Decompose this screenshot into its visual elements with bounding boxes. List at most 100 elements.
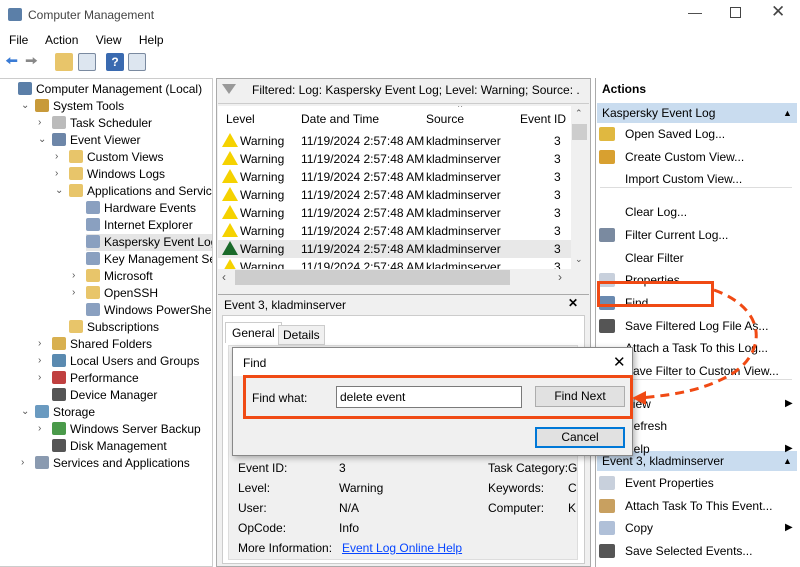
- field-label: Task Category:: [488, 461, 569, 475]
- collapse-chevron-icon[interactable]: ›: [55, 168, 58, 179]
- menu-help[interactable]: Help: [139, 33, 164, 47]
- tree-node-icon: [69, 320, 83, 333]
- collapse-chevron-icon[interactable]: ›: [55, 151, 58, 162]
- collapse-chevron-icon[interactable]: ›: [38, 117, 41, 128]
- collapse-chevron-icon[interactable]: ›: [72, 270, 75, 281]
- up-folder-icon[interactable]: [55, 53, 73, 71]
- action-open-saved-log[interactable]: Open Saved Log...: [625, 124, 725, 144]
- collapse-icon[interactable]: ▲: [783, 103, 792, 123]
- show-hide-tree-icon[interactable]: [78, 53, 96, 71]
- close-button[interactable]: ✕: [771, 2, 785, 22]
- tree-item[interactable]: Storage: [35, 404, 95, 421]
- arrowhead: [632, 391, 646, 405]
- section-title: Kaspersky Event Log: [602, 106, 716, 120]
- collapse-chevron-icon[interactable]: ›: [72, 287, 75, 298]
- scroll-left-icon[interactable]: ‹: [222, 270, 226, 284]
- scroll-thumb[interactable]: [235, 270, 510, 285]
- action-copy[interactable]: Copy: [625, 518, 653, 538]
- scroll-down-icon[interactable]: ⌄: [575, 254, 583, 265]
- forward-icon[interactable]: 🠪: [25, 53, 43, 71]
- collapse-chevron-icon[interactable]: ›: [38, 355, 41, 366]
- expand-chevron-icon[interactable]: ⌄: [55, 185, 63, 196]
- action-event-properties[interactable]: Event Properties: [625, 473, 714, 493]
- tree-item[interactable]: Event Viewer: [52, 132, 140, 149]
- tree-item[interactable]: Performance: [52, 370, 139, 387]
- tree-item[interactable]: Applications and Services Logs: [69, 183, 212, 200]
- close-detail-icon[interactable]: ✕: [568, 296, 578, 310]
- tab-details[interactable]: Details: [278, 325, 325, 345]
- show-action-pane-icon[interactable]: [128, 53, 146, 71]
- tree-item[interactable]: Device Manager: [52, 387, 157, 404]
- tree-item[interactable]: Services and Applications: [35, 455, 190, 472]
- tree-item[interactable]: Windows PowerShell: [86, 302, 212, 319]
- tree-item[interactable]: Computer Management (Local): [18, 81, 202, 98]
- tree-node-icon: [69, 150, 83, 163]
- tree-item[interactable]: Key Management Service: [86, 251, 212, 268]
- menu-action[interactable]: Action: [45, 33, 78, 47]
- tree-item[interactable]: Task Scheduler: [52, 115, 152, 132]
- table-row[interactable]: Warning 11/19/2024 2:57:48 AM kladminserve…: [218, 258, 571, 269]
- table-row[interactable]: Warning 11/19/2024 2:57:48 AM kladminserve…: [218, 168, 571, 186]
- action-save-selected-events[interactable]: Save Selected Events...: [625, 541, 752, 561]
- scroll-right-icon[interactable]: ›: [558, 270, 562, 284]
- table-horizontal-scrollbar[interactable]: ‹ ›: [218, 269, 588, 286]
- back-icon[interactable]: 🠨: [5, 53, 23, 71]
- column-header-date[interactable]: Date and Time: [301, 112, 379, 126]
- collapse-chevron-icon[interactable]: ›: [38, 338, 41, 349]
- collapse-chevron-icon[interactable]: ›: [21, 457, 24, 468]
- tree-item[interactable]: Windows Server Backup: [52, 421, 201, 438]
- actions-section-kaspersky-event-log[interactable]: Kaspersky Event Log ▲: [597, 103, 797, 123]
- table-row[interactable]: Warning 11/19/2024 2:57:48 AM kladminserve…: [218, 150, 571, 168]
- tree-item[interactable]: Custom Views: [69, 149, 163, 166]
- collapse-chevron-icon[interactable]: ›: [38, 372, 41, 383]
- table-row[interactable]: Warning 11/19/2024 2:57:48 AM kladminserve…: [218, 186, 571, 204]
- tree-item[interactable]: Hardware Events: [86, 200, 196, 217]
- minimize-button[interactable]: —: [688, 4, 702, 20]
- collapse-chevron-icon[interactable]: ›: [38, 423, 41, 434]
- tab-general[interactable]: General: [225, 322, 282, 343]
- action-filter-current-log[interactable]: Filter Current Log...: [625, 225, 728, 245]
- tree-item[interactable]: Kaspersky Event Log: [86, 234, 212, 251]
- tree-item-label: Subscriptions: [87, 320, 160, 334]
- event-log-online-help-link[interactable]: Event Log Online Help: [342, 541, 462, 555]
- column-header-event-id[interactable]: Event ID: [520, 112, 566, 126]
- expand-chevron-icon[interactable]: ⌄: [21, 100, 29, 111]
- table-row[interactable]: Warning 11/19/2024 2:57:48 AM kladminserve…: [218, 240, 571, 258]
- scroll-thumb[interactable]: [572, 124, 587, 140]
- expand-chevron-icon[interactable]: ⌄: [38, 134, 46, 145]
- table-vertical-scrollbar[interactable]: ⌃ ⌄: [571, 106, 588, 269]
- tree-item[interactable]: System Tools: [35, 98, 124, 115]
- cancel-button[interactable]: Cancel: [535, 427, 625, 448]
- action-clear-log[interactable]: Clear Log...: [625, 202, 687, 222]
- help-icon[interactable]: ?: [106, 53, 124, 71]
- table-row[interactable]: Warning 11/19/2024 2:57:48 AM kladminserve…: [218, 204, 571, 222]
- expand-chevron-icon[interactable]: ⌄: [21, 406, 29, 417]
- tree-item[interactable]: Microsoft: [86, 268, 153, 285]
- tree-item[interactable]: Disk Management: [52, 438, 167, 455]
- tree-item[interactable]: Internet Explorer: [86, 217, 193, 234]
- tree-item[interactable]: Local Users and Groups: [52, 353, 199, 370]
- tree-item-label: Applications and Services Logs: [87, 184, 212, 198]
- level-cell: Warning: [222, 150, 284, 168]
- action-create-custom-view[interactable]: Create Custom View...: [625, 147, 744, 167]
- tree-item[interactable]: OpenSSH: [86, 285, 158, 302]
- tree-item[interactable]: Subscriptions: [69, 319, 159, 336]
- warning-icon: [222, 133, 238, 147]
- scroll-up-icon[interactable]: ⌃: [575, 108, 583, 119]
- action-icon: [599, 544, 615, 559]
- event-detail-title: Event 3, kladminserver: [224, 298, 347, 312]
- table-row[interactable]: Warning 11/19/2024 2:57:48 AM kladminserve…: [218, 222, 571, 240]
- table-row[interactable]: Warning 11/19/2024 2:57:48 AM kladminserve…: [218, 132, 571, 150]
- sort-ascending-icon: ^: [458, 106, 463, 112]
- column-header-source[interactable]: Source: [426, 112, 464, 126]
- maximize-button[interactable]: [730, 7, 741, 18]
- tree-item[interactable]: Windows Logs: [69, 166, 165, 183]
- menu-view[interactable]: View: [96, 33, 122, 47]
- menu-file[interactable]: File: [9, 33, 28, 47]
- action-attach-task-to-this-event[interactable]: Attach Task To This Event...: [625, 496, 772, 516]
- column-header-level[interactable]: Level: [226, 112, 255, 126]
- tree-item[interactable]: Shared Folders: [52, 336, 152, 353]
- level-text: Warning: [240, 242, 285, 256]
- date-cell: 11/19/2024 2:57:48 AM: [301, 134, 425, 148]
- action-clear-filter[interactable]: Clear Filter: [625, 248, 684, 268]
